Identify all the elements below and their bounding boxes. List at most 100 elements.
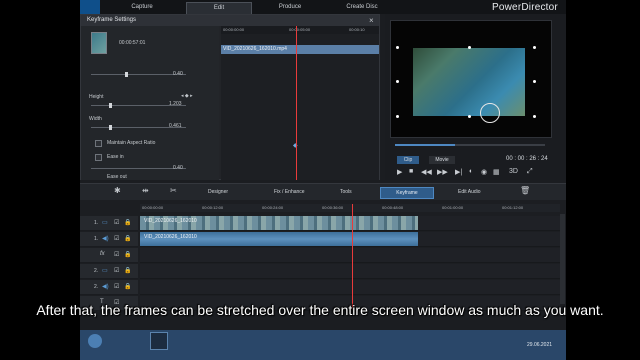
track-lock-icon[interactable]: 🔒 — [124, 235, 131, 242]
track-number: 2. — [94, 284, 99, 290]
scissors-icon[interactable]: ✂ — [170, 186, 177, 195]
trash-icon[interactable]: 🗑 — [520, 186, 530, 195]
tools-menu[interactable]: Tools — [340, 187, 352, 197]
split-icon[interactable]: ⇹ — [142, 186, 149, 195]
start-button[interactable] — [88, 334, 102, 348]
video-track-icon: ▭ — [102, 220, 108, 226]
track-lock-icon[interactable]: 🔒 — [124, 251, 131, 258]
snapshot-icon[interactable]: ◉ — [481, 168, 487, 176]
taskbar-app-icon[interactable] — [150, 332, 168, 350]
tab-capture[interactable]: Capture — [110, 2, 174, 13]
video-clip-label: VID_20210626_162010 — [144, 218, 197, 224]
track-header-video-1[interactable]: 1. ▭ ☑ 🔒 — [80, 216, 138, 231]
track-lock-icon[interactable]: 🔒 — [124, 267, 131, 274]
track-header-fx[interactable]: fx ☑ 🔒 — [80, 248, 138, 263]
volume-icon[interactable]: ◐ — [469, 168, 473, 175]
track-number: 1. — [94, 236, 99, 242]
track-number: 2. — [94, 268, 99, 274]
audio-track-icon: ◀) — [102, 236, 109, 242]
ruler-start: 00:00:00:00 — [223, 27, 245, 32]
keyframe-nav-icon[interactable]: ◂ ◆ ▸ — [181, 93, 193, 99]
timeline-scrollbar[interactable] — [560, 214, 565, 304]
ruler-tick: 00:00:24:00 — [262, 205, 284, 210]
resize-handle[interactable] — [396, 46, 399, 49]
video-clip[interactable]: VID_20210626_162010 — [140, 216, 418, 230]
ruler-end: 00:00:10 — [349, 27, 365, 32]
timeline: 00:00:00:00 00:00:12:00 00:00:24:00 00:0… — [80, 200, 566, 311]
designer-menu[interactable]: Designer — [208, 187, 228, 197]
fx-track-icon: fx — [100, 251, 105, 257]
resize-handle[interactable] — [533, 115, 536, 118]
opacity-value: 0.40 — [173, 71, 183, 77]
keyframe-playhead[interactable] — [296, 26, 297, 180]
3d-mode-toggle[interactable]: 3D — [509, 168, 518, 175]
ease-in-value: 0.40 — [173, 165, 183, 171]
keyframe-settings-panel: Keyframe Settings × 00:00:57:01 0.40 Hei… — [80, 14, 380, 180]
width-slider-knob[interactable] — [109, 125, 112, 130]
track-enable-checkbox[interactable]: ☑ — [114, 283, 119, 290]
previous-frame-icon[interactable]: ◀◀ — [421, 168, 432, 176]
resize-handle[interactable] — [533, 46, 536, 49]
next-frame-icon[interactable]: ▶▶ — [437, 168, 448, 176]
keyframe-timeline: 00:00:00:00 00:00:05:00 00:00:10 VID_202… — [221, 26, 379, 180]
preview-scrubber-progress — [395, 144, 455, 146]
audio-clip-label: VID_20210626_162010 — [144, 234, 197, 240]
maintain-aspect-label: Maintain Aspect Ratio — [107, 140, 156, 146]
close-icon[interactable]: × — [369, 15, 374, 26]
edit-audio-button[interactable]: Edit Audio — [458, 187, 481, 197]
maintain-aspect-checkbox[interactable] — [95, 140, 102, 147]
resize-handle[interactable] — [396, 80, 399, 83]
track-number: 1. — [94, 220, 99, 226]
track-enable-checkbox[interactable]: ☑ — [114, 251, 119, 258]
track-video-1: VID_20210626_162010 — [140, 216, 560, 231]
app-logo-icon — [80, 0, 100, 14]
tab-produce[interactable]: Produce — [258, 2, 322, 13]
audio-clip[interactable]: VID_20210626_162010 — [140, 232, 418, 246]
audio-track-icon: ◀) — [102, 284, 109, 290]
play-icon[interactable]: ▶ — [397, 168, 402, 176]
detach-preview-icon[interactable]: ⤢ — [527, 168, 533, 176]
ease-in-checkbox[interactable] — [95, 154, 102, 161]
preview-timecode: 00 : 00 : 26 : 24 — [506, 156, 548, 162]
fix-enhance-button[interactable]: Fix / Enhance — [274, 187, 305, 197]
clip-mode-button[interactable]: Clip — [397, 156, 419, 164]
crosshair-icon[interactable] — [480, 103, 500, 123]
width-label: Width — [89, 116, 102, 122]
tab-create-disc[interactable]: Create Disc — [330, 2, 394, 13]
resize-handle[interactable] — [396, 115, 399, 118]
ruler-mid: 00:00:05:00 — [289, 27, 311, 32]
opacity-slider[interactable] — [91, 74, 186, 75]
track-enable-checkbox[interactable]: ☑ — [114, 219, 119, 226]
ruler-tick: 00:00:48:00 — [382, 205, 404, 210]
width-value: 0.461 — [169, 123, 182, 129]
track-header-audio-1[interactable]: 1. ◀) ☑ 🔒 — [80, 232, 138, 247]
track-enable-checkbox[interactable]: ☑ — [114, 267, 119, 274]
keyframe-ruler: 00:00:00:00 00:00:05:00 00:00:10 — [221, 26, 379, 34]
track-lock-icon[interactable]: 🔒 — [124, 283, 131, 290]
tab-edit[interactable]: Edit — [186, 2, 252, 14]
top-navigation: Capture Edit Produce Create Disc PowerDi… — [80, 0, 566, 14]
timeline-playhead[interactable] — [352, 204, 353, 310]
opacity-slider-knob[interactable] — [125, 72, 128, 77]
movie-mode-button[interactable]: Movie — [429, 156, 455, 164]
timeline-ruler[interactable]: 00:00:00:00 00:00:12:00 00:00:24:00 00:0… — [140, 204, 560, 212]
magic-tool-icon[interactable]: ✱ — [114, 186, 121, 195]
stop-icon[interactable]: ■ — [409, 168, 413, 175]
video-frame-image[interactable] — [413, 48, 525, 123]
grid-icon[interactable]: ▦ — [493, 168, 500, 176]
resize-handle[interactable] — [468, 115, 471, 118]
fast-forward-icon[interactable]: ▶| — [455, 168, 462, 176]
track-enable-checkbox[interactable]: ☑ — [114, 235, 119, 242]
resize-handle[interactable] — [533, 80, 536, 83]
video-track-icon: ▭ — [102, 268, 108, 274]
keyframe-button[interactable]: Keyframe — [380, 187, 434, 199]
track-audio-1: VID_20210626_162010 — [140, 232, 560, 247]
height-value: 1.203 — [169, 101, 182, 107]
resize-handle[interactable] — [468, 46, 471, 49]
height-slider-knob[interactable] — [109, 103, 112, 108]
track-header-video-2[interactable]: 2. ▭ ☑ 🔒 — [80, 264, 138, 279]
track-lock-icon[interactable]: 🔒 — [124, 219, 131, 226]
ease-in-slider[interactable] — [91, 168, 186, 169]
keyframe-clip-bar[interactable]: VID_20210626_162010.mp4 — [221, 45, 379, 54]
track-header-audio-2[interactable]: 2. ◀) ☑ 🔒 — [80, 280, 138, 295]
